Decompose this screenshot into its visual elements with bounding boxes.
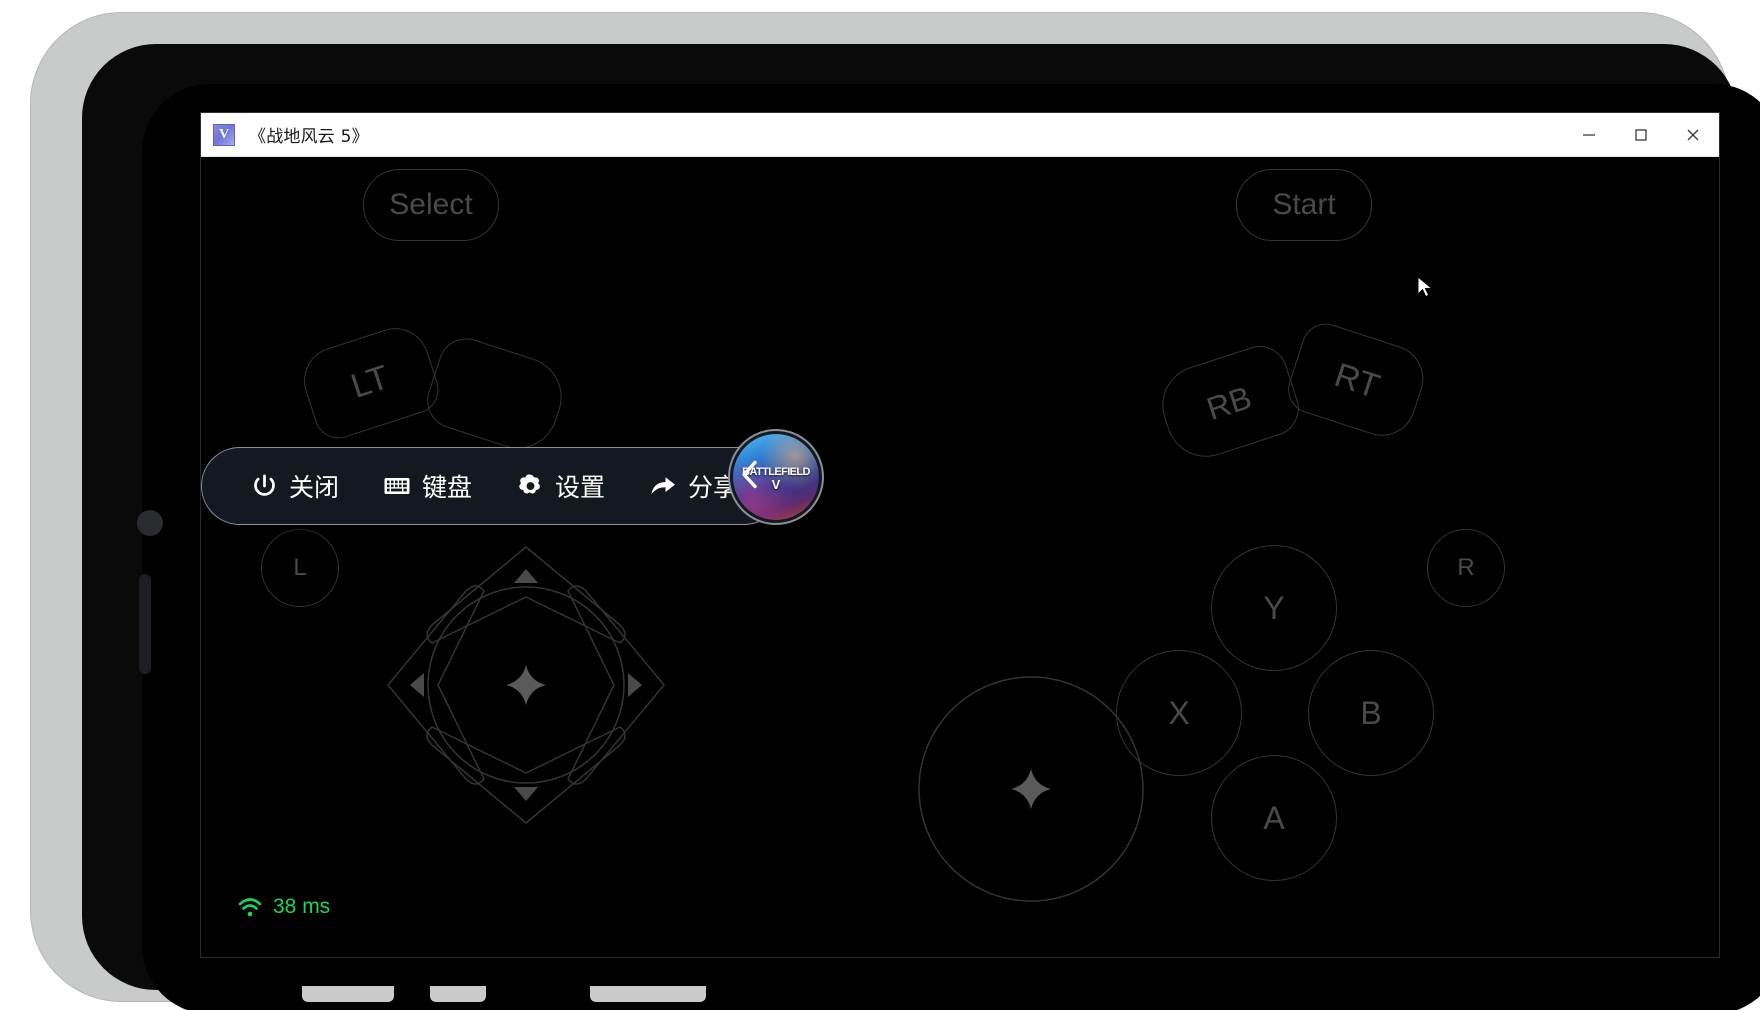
chevron-left-icon[interactable] <box>739 460 761 495</box>
dpad-down-shape <box>426 726 626 824</box>
maximize-icon <box>1635 128 1647 141</box>
game-window: V 《战地风云 5》 Select Start LT RB RT L R Y X… <box>200 112 1720 958</box>
window-controls <box>1563 113 1719 156</box>
dpad-up-shape <box>426 546 626 644</box>
gamepad-rb-button[interactable]: RB <box>1152 338 1306 468</box>
toolbar-item-power[interactable]: 关闭 <box>228 468 361 504</box>
gamepad-lb-button[interactable] <box>419 331 573 459</box>
device-frame: V 《战地风云 5》 Select Start LT RB RT L R Y X… <box>30 12 1760 1010</box>
floating-toolbar[interactable]: 关闭 键盘 设置 分享 <box>201 447 784 525</box>
dpad-right-shape <box>567 585 665 785</box>
device-bottom-nub <box>302 986 394 1002</box>
latency-indicator: 38 ms <box>237 895 330 919</box>
share-icon <box>649 472 677 500</box>
gamepad-right-stick[interactable] <box>915 673 1147 905</box>
keyboard-icon <box>383 472 411 500</box>
four-point-star-icon <box>1011 769 1051 809</box>
gamepad-lt-button[interactable]: LT <box>295 319 445 445</box>
gear-icon <box>516 472 544 500</box>
close-icon <box>1687 129 1699 140</box>
toolbar-label-keyboard: 键盘 <box>422 473 473 502</box>
device-power-button[interactable] <box>137 510 163 536</box>
screenshot-stage: V 《战地风云 5》 Select Start LT RB RT L R Y X… <box>0 0 1760 1010</box>
dpad-left-shape <box>387 585 485 785</box>
toolbar-label-power: 关闭 <box>289 473 340 502</box>
toolbar-label-settings: 设置 <box>555 473 606 502</box>
gamepad-dpad[interactable] <box>366 525 686 845</box>
power-icon <box>250 472 278 500</box>
maximize-button[interactable] <box>1615 113 1667 156</box>
device-screen: V 《战地风云 5》 Select Start LT RB RT L R Y X… <box>142 84 1760 1010</box>
gamepad-l-button[interactable]: L <box>261 529 339 607</box>
gamepad-start-button[interactable]: Start <box>1236 169 1372 241</box>
device-bottom-nub <box>430 986 486 1002</box>
gamepad-rt-button[interactable]: RT <box>1281 317 1433 445</box>
device-volume-button[interactable] <box>139 574 151 674</box>
window-title: 《战地风云 5》 <box>249 127 369 147</box>
toolbar-item-settings[interactable]: 设置 <box>494 468 627 504</box>
mouse-cursor <box>1416 275 1438 306</box>
gamepad-select-button[interactable]: Select <box>363 169 499 241</box>
wifi-icon <box>238 898 262 917</box>
gamepad-r-button[interactable]: R <box>1427 529 1505 607</box>
four-point-star-icon <box>506 665 546 705</box>
gamepad-a-button[interactable]: A <box>1211 755 1337 881</box>
gamepad-b-button[interactable]: B <box>1308 650 1434 776</box>
minimize-button[interactable] <box>1563 113 1615 156</box>
close-button[interactable] <box>1667 113 1719 156</box>
device-bezel: V 《战地风云 5》 Select Start LT RB RT L R Y X… <box>82 44 1760 1010</box>
window-titlebar[interactable]: V 《战地风云 5》 <box>201 113 1719 157</box>
toolbar-item-keyboard[interactable]: 键盘 <box>361 468 494 504</box>
latency-value: 38 ms <box>273 895 331 918</box>
device-bottom-nub <box>590 986 706 1002</box>
gamepad-y-button[interactable]: Y <box>1211 545 1337 671</box>
minimize-icon <box>1583 133 1595 136</box>
app-icon: V <box>213 123 235 146</box>
toolbar-game-thumbnail[interactable]: BATTLEFIELD V <box>728 429 824 525</box>
game-viewport[interactable]: Select Start LT RB RT L R Y X B A 38 ms … <box>201 157 1719 957</box>
device-notch <box>496 18 718 40</box>
